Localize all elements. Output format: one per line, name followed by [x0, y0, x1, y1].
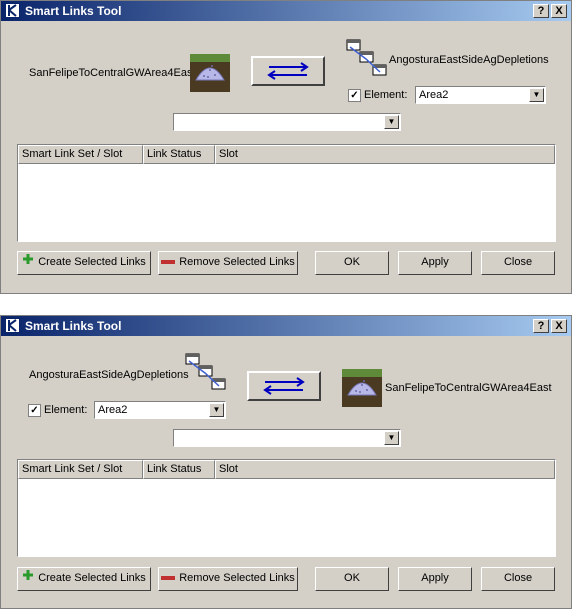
groundwater-storage-icon: [190, 54, 230, 95]
column-header-slot[interactable]: Slot: [215, 145, 555, 164]
close-button[interactable]: Close: [481, 567, 555, 591]
app-icon: [5, 3, 20, 18]
window-title: Smart Links Tool: [25, 4, 122, 18]
chevron-down-icon[interactable]: ▼: [209, 403, 224, 417]
swap-objects-button[interactable]: [247, 371, 321, 401]
remove-selected-links-button[interactable]: Remove Selected Links: [158, 251, 298, 275]
app-icon: [5, 318, 20, 333]
window-title: Smart Links Tool: [25, 319, 122, 333]
title-bar: Smart Links Tool ? X: [1, 316, 571, 336]
swap-objects-button[interactable]: [251, 56, 325, 86]
column-header-link-set[interactable]: Smart Link Set / Slot: [18, 460, 143, 479]
left-object-name: AngosturaEastSideAgDepletions: [29, 369, 189, 381]
chevron-down-icon[interactable]: ▼: [384, 431, 399, 445]
minus-icon: [161, 252, 176, 272]
table-header: Smart Link Set / Slot Link Status Slot: [18, 145, 555, 164]
create-selected-links-button[interactable]: Create Selected Links: [17, 251, 151, 275]
element-checkbox[interactable]: ✓: [28, 404, 41, 417]
create-label: Create Selected Links: [38, 572, 146, 584]
remove-label: Remove Selected Links: [179, 572, 295, 584]
groundwater-storage-icon: [342, 369, 382, 410]
table-header: Smart Link Set / Slot Link Status Slot: [18, 460, 555, 479]
remove-selected-links-button[interactable]: Remove Selected Links: [158, 567, 298, 591]
agg-diversion-icon: [346, 39, 388, 82]
title-bar: Smart Links Tool ? X: [1, 1, 571, 21]
element-value: Area2: [98, 404, 128, 416]
column-header-link-status[interactable]: Link Status: [143, 460, 215, 479]
help-button[interactable]: ?: [533, 319, 549, 333]
element-checkbox[interactable]: ✓: [348, 89, 361, 102]
left-object-name: SanFelipeToCentralGWArea4East: [29, 67, 196, 79]
slot-filter-combo[interactable]: ▼: [173, 113, 401, 131]
column-header-slot[interactable]: Slot: [215, 460, 555, 479]
element-value: Area2: [419, 89, 449, 101]
close-window-button[interactable]: X: [551, 4, 567, 18]
help-button[interactable]: ?: [533, 4, 549, 18]
smart-links-table[interactable]: Smart Link Set / Slot Link Status Slot: [17, 459, 556, 557]
slot-filter-combo[interactable]: ▼: [173, 429, 401, 447]
element-label: Element:: [44, 404, 88, 416]
smart-links-window-1: Smart Links Tool ? X SanFelipeToCentralG…: [0, 0, 572, 294]
ok-button[interactable]: OK: [315, 251, 389, 275]
right-object-name: AngosturaEastSideAgDepletions: [389, 54, 549, 66]
minus-icon: [161, 568, 176, 588]
chevron-down-icon[interactable]: ▼: [529, 88, 544, 102]
create-label: Create Selected Links: [38, 256, 146, 268]
plus-icon: [22, 252, 34, 272]
element-label: Element:: [364, 89, 408, 101]
element-combo[interactable]: Area2 ▼: [94, 401, 226, 419]
agg-diversion-icon: [185, 353, 227, 396]
right-object-name: SanFelipeToCentralGWArea4East: [385, 382, 552, 394]
create-selected-links-button[interactable]: Create Selected Links: [17, 567, 151, 591]
ok-button[interactable]: OK: [315, 567, 389, 591]
smart-links-window-2: Smart Links Tool ? X AngosturaEastSideAg…: [0, 315, 572, 609]
close-button[interactable]: Close: [481, 251, 555, 275]
apply-button[interactable]: Apply: [398, 567, 472, 591]
smart-links-table[interactable]: Smart Link Set / Slot Link Status Slot: [17, 144, 556, 242]
close-window-button[interactable]: X: [551, 319, 567, 333]
chevron-down-icon[interactable]: ▼: [384, 115, 399, 129]
element-combo[interactable]: Area2 ▼: [415, 86, 546, 104]
column-header-link-set[interactable]: Smart Link Set / Slot: [18, 145, 143, 164]
plus-icon: [22, 568, 34, 588]
column-header-link-status[interactable]: Link Status: [143, 145, 215, 164]
remove-label: Remove Selected Links: [179, 256, 295, 268]
apply-button[interactable]: Apply: [398, 251, 472, 275]
